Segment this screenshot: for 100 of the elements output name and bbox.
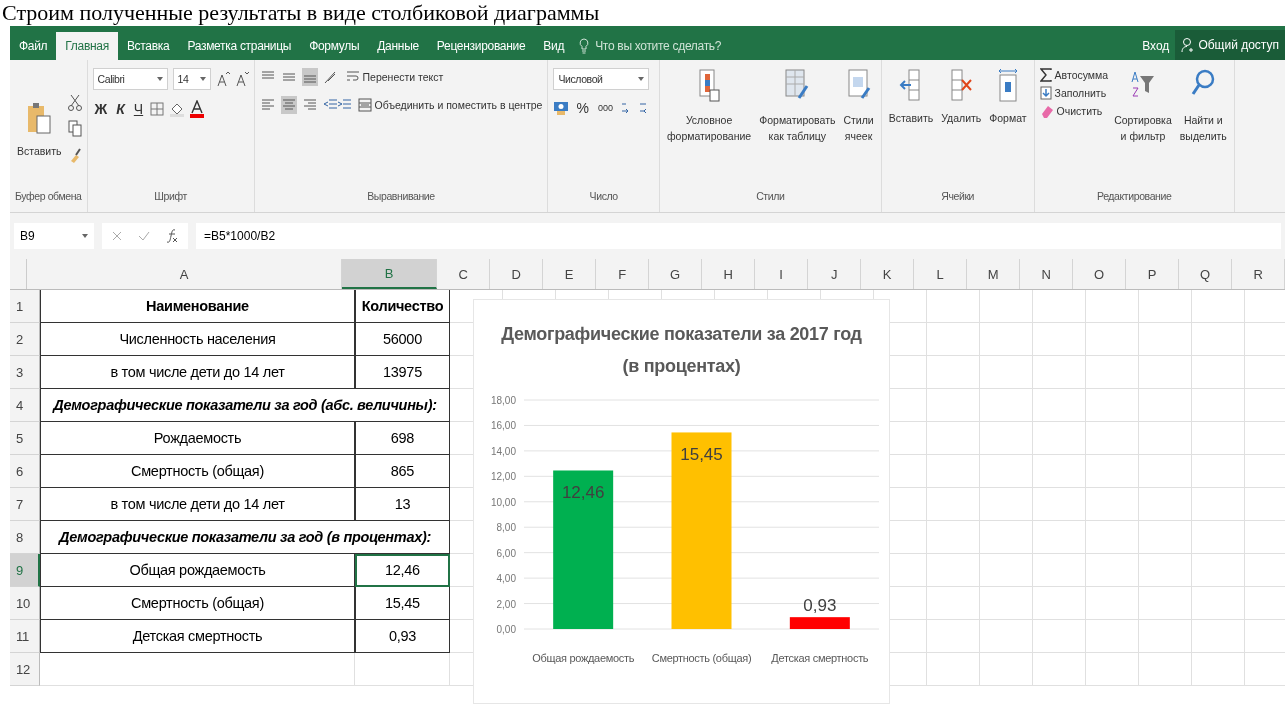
share-button[interactable]: Общий доступ bbox=[1175, 30, 1285, 60]
thousands-button[interactable]: 000 bbox=[595, 103, 615, 113]
caret-icon bbox=[82, 234, 88, 238]
bold-button[interactable]: Ж bbox=[92, 101, 110, 117]
borders-icon[interactable] bbox=[150, 102, 165, 116]
ribbon-tab[interactable]: Вид bbox=[534, 32, 574, 60]
column-header[interactable]: F bbox=[596, 259, 649, 289]
column-header[interactable]: E bbox=[543, 259, 596, 289]
formula-field[interactable]: =B5*1000/B2 bbox=[196, 223, 1281, 249]
table-cell[interactable]: 12,46 bbox=[355, 554, 450, 587]
wrap-text-button[interactable]: Перенести текст bbox=[345, 70, 444, 84]
format-cells-button[interactable]: Формат bbox=[987, 68, 1029, 124]
row-header[interactable]: 12 bbox=[10, 653, 40, 686]
column-header[interactable]: B bbox=[342, 259, 437, 289]
function-icon[interactable] bbox=[166, 228, 178, 244]
axis-tick-label: 16,00 bbox=[490, 420, 516, 432]
column-header[interactable]: P bbox=[1126, 259, 1179, 289]
column-header[interactable]: H bbox=[702, 259, 755, 289]
ribbon-tab[interactable]: Формулы bbox=[300, 32, 369, 60]
row-header[interactable]: 6 bbox=[10, 455, 40, 488]
table-cell[interactable]: 0,93 bbox=[355, 620, 450, 653]
font-name-dropdown[interactable]: Calibri bbox=[92, 68, 168, 90]
row-header[interactable]: 1 bbox=[10, 290, 40, 323]
paste-button[interactable]: Вставить bbox=[15, 101, 64, 157]
check-icon[interactable] bbox=[138, 231, 150, 241]
row-header[interactable]: 9 bbox=[10, 554, 40, 587]
delete-cells-button[interactable]: Удалить bbox=[939, 68, 984, 124]
italic-button[interactable]: К bbox=[114, 101, 127, 117]
underline-button[interactable]: Ч bbox=[131, 101, 146, 117]
font-color-icon[interactable] bbox=[190, 100, 205, 118]
align-left-icon[interactable] bbox=[259, 97, 276, 113]
table-cell[interactable]: 56000 bbox=[355, 323, 450, 356]
column-header[interactable]: L bbox=[914, 259, 967, 289]
grid-cell[interactable] bbox=[40, 653, 355, 686]
row-header[interactable]: 10 bbox=[10, 587, 40, 620]
number-format-dropdown[interactable]: Числовой bbox=[553, 68, 650, 90]
sort-filter-button[interactable]: Сортировка и фильтр bbox=[1112, 68, 1174, 144]
wrap-text-icon bbox=[345, 70, 360, 84]
ribbon-tab[interactable]: Главная bbox=[56, 32, 118, 60]
column-header[interactable]: J bbox=[808, 259, 861, 289]
grid-cell[interactable] bbox=[355, 653, 450, 686]
column-header[interactable]: C bbox=[437, 259, 490, 289]
percent-button[interactable]: % bbox=[574, 100, 591, 116]
cell-styles-button[interactable]: Стили ячеек bbox=[841, 68, 876, 144]
merge-center-button[interactable]: Объединить и поместить в центре bbox=[357, 98, 543, 112]
find-select-button[interactable]: Найти и выделить bbox=[1177, 68, 1229, 144]
scissors-icon[interactable] bbox=[67, 94, 82, 112]
row-header[interactable]: 4 bbox=[10, 389, 40, 422]
caret-icon bbox=[199, 77, 206, 81]
shrink-font-icon[interactable] bbox=[234, 71, 249, 87]
row-header[interactable]: 2 bbox=[10, 323, 40, 356]
column-header[interactable]: K bbox=[861, 259, 914, 289]
column-header[interactable]: O bbox=[1073, 259, 1126, 289]
column-header[interactable]: G bbox=[649, 259, 702, 289]
align-center-icon[interactable] bbox=[280, 96, 297, 114]
ribbon-tab[interactable]: Разметка страницы bbox=[178, 32, 301, 60]
delete-cells-icon bbox=[949, 68, 974, 104]
search-field[interactable]: Что вы хотите сделать? bbox=[593, 38, 748, 54]
fill-down-icon bbox=[1039, 86, 1052, 100]
sign-in-link[interactable]: Вход bbox=[1136, 32, 1176, 60]
fill-button[interactable]: Заполнить bbox=[1039, 86, 1109, 100]
column-header[interactable]: R bbox=[1232, 259, 1285, 289]
table-cell[interactable]: 13 bbox=[355, 488, 450, 521]
clear-button[interactable]: Очистить bbox=[1039, 104, 1109, 118]
conditional-formatting-button[interactable]: Условное форматирование bbox=[664, 68, 754, 144]
name-box[interactable]: B9 bbox=[14, 223, 94, 249]
row-header[interactable]: 11 bbox=[10, 620, 40, 653]
cancel-icon[interactable] bbox=[112, 231, 122, 241]
ribbon-tab[interactable]: Вставка bbox=[117, 32, 179, 60]
table-cell[interactable]: 15,45 bbox=[355, 587, 450, 620]
autosum-button[interactable]: Автосумма bbox=[1039, 68, 1109, 82]
ribbon-tab[interactable]: Рецензирование bbox=[427, 32, 535, 60]
row-header[interactable]: 3 bbox=[10, 356, 40, 389]
currency-icon[interactable] bbox=[553, 100, 570, 116]
table-cell[interactable]: 865 bbox=[355, 455, 450, 488]
table-cell: Численность населения bbox=[40, 323, 355, 356]
ribbon-tab[interactable]: Файл bbox=[10, 32, 57, 60]
category-label: Общая рождаемость bbox=[532, 652, 635, 664]
table-cell: Смертность (общая) bbox=[40, 455, 355, 488]
column-header[interactable]: M bbox=[967, 259, 1020, 289]
column-header[interactable]: I bbox=[755, 259, 808, 289]
align-bottom-icon[interactable] bbox=[301, 68, 318, 86]
copy-icon[interactable] bbox=[67, 120, 82, 138]
chart-area[interactable]: Демографические показатели за 2017 год (в процентах) 0,00 2,00 4,00 6,00 8,00 10,00 12,00 14,00 16,00 18,00 12,46 Общая рождаемость 15,45 Смертность (общая) 0,93 Детская смертность bbox=[473, 299, 890, 704]
row-header[interactable]: 5 bbox=[10, 422, 40, 455]
column-header[interactable]: D bbox=[490, 259, 543, 289]
row-header[interactable]: 7 bbox=[10, 488, 40, 521]
row-header[interactable]: 8 bbox=[10, 521, 40, 554]
insert-cells-button[interactable]: Вставить bbox=[886, 68, 936, 124]
font-size-dropdown[interactable]: 14 bbox=[172, 68, 211, 90]
table-cell[interactable]: 698 bbox=[355, 422, 450, 455]
table-cell[interactable]: 13975 bbox=[355, 356, 450, 389]
format-as-table-button[interactable]: Форматировать как таблицу bbox=[757, 68, 838, 144]
chart-title: Демографические показатели за 2017 год (в процентах) bbox=[500, 323, 863, 378]
align-right-icon[interactable] bbox=[301, 97, 318, 113]
grow-font-icon[interactable] bbox=[215, 71, 230, 87]
fill-color-icon[interactable] bbox=[169, 101, 186, 117]
ribbon-tab[interactable]: Данные bbox=[368, 32, 428, 60]
column-header[interactable]: Q bbox=[1179, 259, 1232, 289]
column-header[interactable]: N bbox=[1020, 259, 1073, 289]
